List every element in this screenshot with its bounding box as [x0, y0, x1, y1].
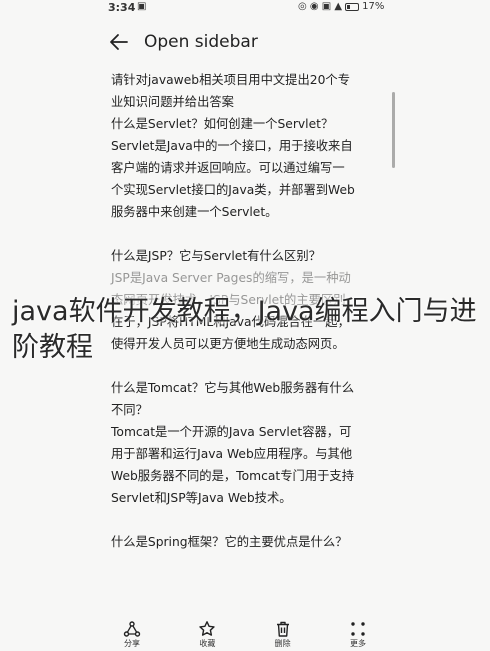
content-paragraph: 什么是Tomcat？它与其他Web服务器有什么 不同？ Tomcat是一个开源的… — [111, 377, 379, 509]
scrollbar[interactable] — [392, 92, 395, 168]
status-indicator-icons: ◎ ◉ ▣ ▲ — [298, 1, 343, 12]
status-bar: 3:34 ▣ ◎ ◉ ▣ ▲ 17% — [0, 0, 490, 18]
status-time: 3:34 — [108, 1, 136, 14]
delete-label: 删除 — [274, 639, 291, 648]
text-line: 什么是Tomcat？它与其他Web服务器有什么 — [111, 381, 355, 395]
text-line: 什么是JSP？它与Servlet有什么区别？ — [111, 249, 321, 263]
bottom-toolbar: 分享 收藏 删除 更多 — [110, 620, 380, 651]
text-line: Servlet是Java中的一个接口，用于接收来自 — [111, 139, 353, 153]
text-line: 用于部署和运行Java Web应用程序。与其他 — [111, 447, 353, 461]
star-icon — [199, 621, 216, 636]
more-button[interactable]: 更多 — [336, 620, 380, 651]
content-paragraph: 什么是Spring框架？它的主要优点是什么？ — [111, 531, 379, 553]
content-paragraph: 请针对javaweb相关项目用中文提出20个专 业知识问题并给出答案 什么是Se… — [111, 69, 379, 223]
text-line: 业知识问题并给出答案 — [111, 95, 234, 109]
battery-level: 17% — [362, 1, 385, 12]
text-line: Tomcat是一个开源的Java Servlet容器，可 — [111, 425, 352, 439]
trash-icon — [276, 621, 289, 637]
battery-icon — [345, 2, 360, 11]
more-label: 更多 — [349, 639, 366, 648]
share-icon — [123, 621, 141, 637]
favorite-label: 收藏 — [199, 639, 216, 648]
text-line: 请针对javaweb相关项目用中文提出20个专 — [111, 73, 350, 87]
share-label: 分享 — [124, 639, 140, 648]
header: Open sidebar — [108, 28, 388, 56]
delete-button[interactable]: 删除 — [261, 620, 305, 651]
back-arrow-icon[interactable] — [108, 31, 130, 53]
more-grid-icon — [351, 622, 365, 636]
text-line: Web服务器不同的是，Tomcat专门用于支持 — [111, 469, 355, 483]
text-line: 服务器中来创建一个Servlet。 — [111, 205, 278, 219]
text-line: 什么是Spring框架？它的主要优点是什么？ — [111, 535, 348, 549]
text-line: 客户端的请求并返回响应。可以通过编写一 — [111, 161, 345, 175]
overlay-title: java软件开发教程，Java编程入门与进阶教程 — [12, 296, 477, 363]
page-title[interactable]: Open sidebar — [144, 32, 258, 52]
text-line: 不同？ — [111, 403, 148, 417]
notification-icon: ▣ — [137, 1, 147, 12]
text-line: Servlet和JSP等Java Web技术。 — [111, 491, 292, 505]
text-line: 什么是Servlet？如何创建一个Servlet？ — [111, 117, 334, 131]
text-line: 个实现Servlet接口的Java类，并部署到Web — [111, 183, 355, 197]
status-icons: ◎ ◉ ▣ ▲ 17% — [298, 1, 384, 12]
share-button[interactable]: 分享 — [110, 620, 154, 651]
text-line: JSP是Java Server Pages的缩写，是一种动 — [111, 271, 351, 285]
favorite-button[interactable]: 收藏 — [185, 620, 229, 651]
